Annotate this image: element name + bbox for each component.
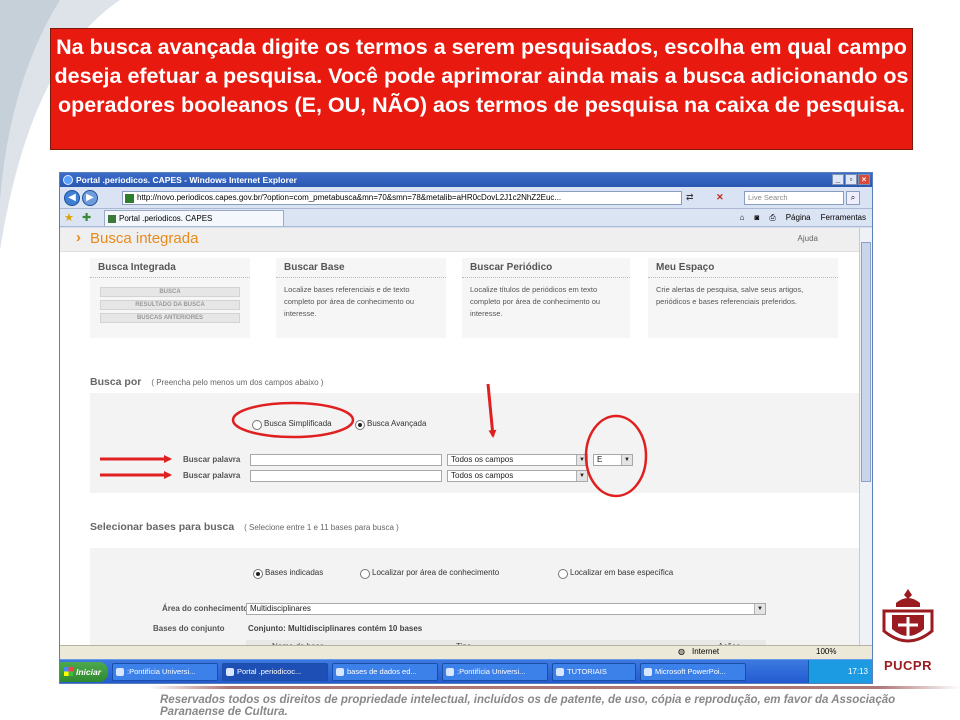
globe-icon: ◍ — [678, 647, 685, 656]
operator-select[interactable]: E ▼ — [593, 454, 633, 466]
page-icon — [125, 194, 134, 203]
chevron-down-icon: ▼ — [621, 455, 632, 465]
page-title: Busca integrada — [76, 229, 198, 247]
live-search-input[interactable]: Live Search — [744, 191, 844, 205]
area-label: Área do conhecimento — [162, 604, 249, 613]
home-icon[interactable]: ⌂ — [740, 211, 745, 225]
bases-label: Bases do conjunto — [153, 624, 225, 633]
buscar-palavra-label-2: Buscar palavra — [183, 471, 241, 480]
radio-bases-indicadas[interactable]: Bases indicadas — [253, 568, 323, 579]
ie-icon — [63, 175, 73, 185]
print-icon[interactable]: ⎙ — [769, 211, 775, 225]
url-field[interactable]: http://novo.periodicos.capes.gov.br/?opt… — [122, 191, 682, 205]
taskbar-item[interactable]: Microsoft PowerPoi... — [640, 663, 746, 681]
page-menu[interactable]: Página — [786, 211, 811, 225]
browser-window: Portal .periodicos. CAPES - Windows Inte… — [59, 172, 873, 684]
taskbar: Iniciar :Pontifícia Universi... Portal .… — [60, 659, 872, 683]
chevron-down-icon: ▼ — [576, 471, 587, 481]
buscar-palavra-label-1: Buscar palavra — [183, 455, 241, 464]
scrollbar-thumb[interactable] — [861, 242, 871, 482]
clock: 17:13 — [847, 667, 868, 676]
radio-base-especifica[interactable]: Localizar em base específica — [558, 568, 673, 579]
page-content: Busca integrada Ajuda Busca Integrada BU… — [60, 228, 860, 655]
taskbar-item[interactable]: Portal .periodicoc... — [222, 663, 328, 681]
minimize-button[interactable]: _ — [832, 174, 844, 185]
feeds-icon[interactable]: ◙ — [754, 211, 759, 225]
zoom-level[interactable]: 100% — [816, 647, 836, 656]
pucpr-logo: PUCPR — [876, 585, 940, 673]
start-button[interactable]: Iniciar — [60, 662, 108, 682]
search-term-input-2[interactable] — [250, 470, 442, 482]
bases-section: Bases indicadas Localizar por área de co… — [90, 548, 860, 655]
favorites-star-icon[interactable]: ★ — [64, 211, 74, 224]
area-select[interactable]: Multidisciplinares ▼ — [246, 603, 766, 615]
radio-busca-avancada[interactable]: Busca Avançada — [355, 419, 426, 430]
bases-value: Conjunto: Multidisciplinares contém 10 b… — [248, 624, 423, 633]
window-title: Portal .periodicos. CAPES - Windows Inte… — [76, 175, 297, 185]
taskbar-item[interactable]: TUTORIAIS — [552, 663, 636, 681]
pucpr-logo-text: PUCPR — [883, 658, 932, 673]
taskbar-item[interactable]: :Pontifícia Universi... — [442, 663, 548, 681]
address-bar: ◀ ▶ http://novo.periodicos.capes.gov.br/… — [60, 187, 872, 209]
menu-meu-espaco[interactable]: Meu Espaço Crie alertas de pesquisa, sal… — [648, 258, 838, 338]
previous-searches-button[interactable]: BUSCAS ANTERIORES — [100, 313, 240, 323]
tabs-bar: ★ ✚ Portal .periodicos. CAPES ⌂ ◙ ⎙ Pági… — [60, 209, 872, 227]
browser-tab[interactable]: Portal .periodicos. CAPES — [104, 210, 284, 226]
back-button[interactable]: ◀ — [64, 190, 80, 206]
menu-busca-integrada: Busca Integrada BUSCA RESULTADO DA BUSCA… — [90, 258, 250, 338]
menu-buscar-periodico[interactable]: Buscar Periódico Localize títulos de per… — [462, 258, 630, 338]
maximize-button[interactable]: ▫ — [845, 174, 857, 185]
status-zone: Internet — [692, 647, 720, 656]
tools-menu[interactable]: Ferramentas — [821, 211, 866, 225]
results-button[interactable]: RESULTADO DA BUSCA — [100, 300, 240, 310]
radio-busca-simplificada[interactable]: Busca Simplificada — [252, 419, 332, 430]
copyright-footer: Reservados todos os direitos de propried… — [160, 694, 896, 718]
instruction-caption: Na busca avançada digite os termos a ser… — [50, 28, 913, 150]
taskbar-item[interactable]: :Pontifícia Universi... — [112, 663, 218, 681]
footer-rule — [148, 686, 960, 689]
select-bases-heading: Selecionar bases para busca( Selecione e… — [90, 521, 399, 533]
stop-icon[interactable]: ✕ — [716, 192, 724, 202]
search-icon[interactable]: ⌕ — [846, 191, 860, 205]
system-tray: 17:13 — [808, 660, 872, 683]
pucpr-crest-icon — [882, 589, 934, 643]
chevron-down-icon: ▼ — [754, 604, 765, 614]
busca-button[interactable]: BUSCA — [100, 287, 240, 297]
radio-area-conhecimento[interactable]: Localizar por área de conhecimento — [360, 568, 499, 579]
status-bar: ◍ Internet 100% — [60, 645, 872, 659]
forward-button[interactable]: ▶ — [82, 190, 98, 206]
search-form: Busca Simplificada Busca Avançada Buscar… — [90, 393, 860, 493]
help-link[interactable]: Ajuda — [798, 234, 818, 243]
vertical-scrollbar[interactable] — [859, 228, 872, 653]
field-select-2[interactable]: Todos os campos ▼ — [447, 470, 588, 482]
menu-buscar-base[interactable]: Buscar Base Localize bases referenciais … — [276, 258, 446, 338]
taskbar-item[interactable]: bases de dados ed... — [332, 663, 438, 681]
search-term-input-1[interactable] — [250, 454, 442, 466]
page-banner: Busca integrada Ajuda — [60, 228, 860, 252]
close-button[interactable]: × — [858, 174, 870, 185]
window-titlebar: Portal .periodicos. CAPES - Windows Inte… — [60, 173, 872, 187]
add-favorite-icon[interactable]: ✚ — [82, 211, 91, 224]
chevron-down-icon: ▼ — [576, 455, 587, 465]
refresh-icon[interactable]: ⇄ — [686, 192, 694, 202]
busca-por-heading: Busca por( Preencha pelo menos um dos ca… — [90, 376, 324, 388]
field-select-1[interactable]: Todos os campos ▼ — [447, 454, 588, 466]
